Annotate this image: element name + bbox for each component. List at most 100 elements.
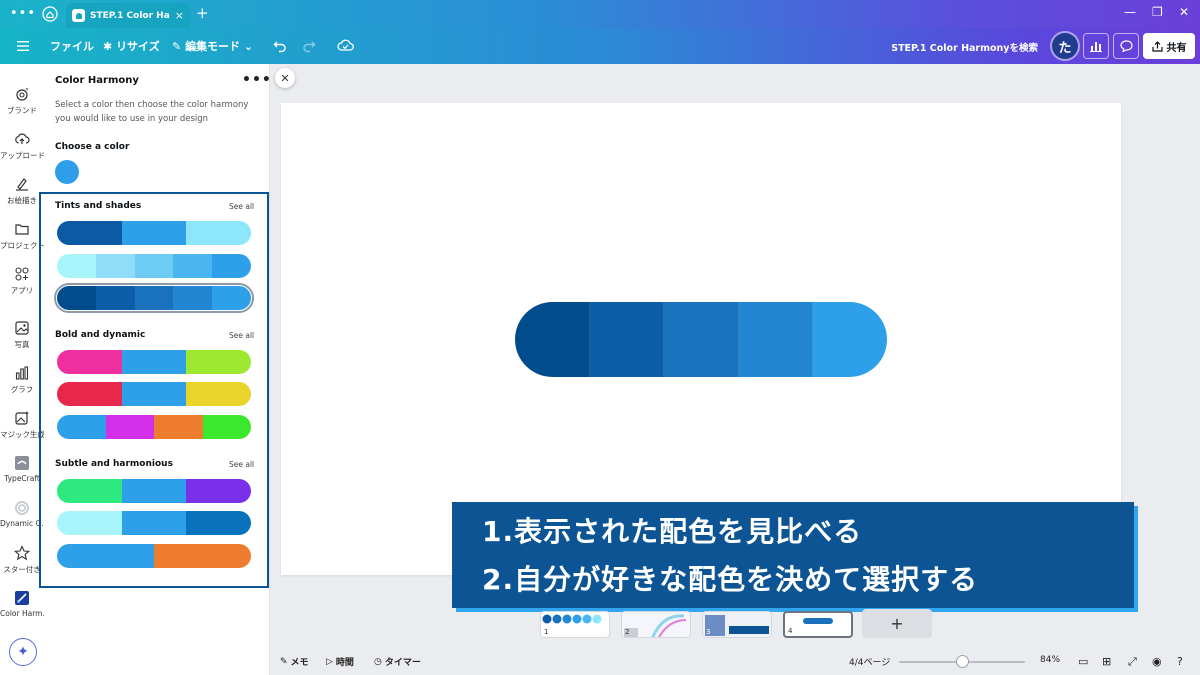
browser-menu-button[interactable]: •••	[10, 6, 36, 21]
rail-label: お絵描き	[7, 196, 37, 205]
stopwatch-icon: ◷	[374, 656, 382, 667]
left-navigation-rail: ブランド アップロード お絵描き プロジェクト アプリ 写真 グラフ マジック生…	[0, 64, 44, 675]
tab-title: STEP.1 Color Harm...	[90, 10, 170, 21]
tab-close-icon[interactable]: ×	[175, 9, 184, 22]
panel-more-button[interactable]: •••	[242, 72, 272, 88]
rail-item-starred[interactable]: スター付き	[0, 545, 44, 575]
instruction-step-2: 2.自分が好きな配色を決めて選択する	[482, 563, 979, 596]
photo-icon	[15, 321, 29, 335]
rail-item-apps[interactable]: アプリ	[0, 266, 44, 296]
rail-label: スター付き	[3, 565, 41, 574]
close-panel-button[interactable]: ✕	[275, 68, 295, 88]
thumbnail-preview	[803, 618, 833, 624]
edit-mode-dropdown[interactable]: ✎ 編集モード ⌄	[172, 38, 253, 54]
rail-label: Color Harm...	[0, 609, 44, 618]
page-thumbnail-2[interactable]: 2	[621, 611, 691, 638]
notes-icon: ✎	[280, 656, 288, 667]
draw-icon	[16, 178, 28, 191]
window-close-icon[interactable]: ✕	[1179, 5, 1189, 19]
color-harmony-icon	[15, 591, 29, 605]
typecraft-icon	[15, 456, 29, 470]
chart-icon	[15, 366, 29, 380]
rail-item-photos[interactable]: 写真	[0, 320, 44, 350]
rail-item-typecraft[interactable]: TypeCraft	[0, 455, 44, 483]
play-icon: ▷	[326, 656, 333, 667]
crown-icon	[16, 87, 29, 101]
browser-tab-active[interactable]: STEP.1 Color Harm... ×	[66, 3, 190, 28]
user-avatar[interactable]: た	[1052, 33, 1078, 59]
canvas-color-palette-element[interactable]	[515, 302, 887, 377]
cloud-saved-icon[interactable]	[337, 38, 354, 53]
window-restore-icon[interactable]: ❐	[1152, 5, 1163, 19]
dynamic-qr-icon	[15, 501, 29, 515]
rail-item-draw[interactable]: お絵描き	[0, 176, 44, 206]
choose-color-label: Choose a color	[55, 142, 130, 152]
page-thumbnail-3[interactable]: 3	[702, 611, 772, 638]
canvas-palette-swatch	[664, 302, 739, 377]
hamburger-menu-icon[interactable]	[17, 40, 29, 52]
add-page-button[interactable]: +	[862, 609, 932, 638]
window-minimize-icon[interactable]: —	[1124, 5, 1136, 19]
rail-label: アップロード	[0, 151, 44, 160]
rail-item-dynamic-qr[interactable]: Dynamic Q...	[0, 500, 44, 528]
instruction-step-1: 1.表示された配色を見比べる	[482, 515, 863, 548]
rail-item-charts[interactable]: グラフ	[0, 365, 44, 395]
thumbnail-number: 4	[788, 627, 793, 635]
edit-mode-label: 編集モード	[185, 40, 241, 53]
canva-logo-icon	[72, 9, 85, 22]
undo-icon[interactable]	[273, 39, 287, 53]
rail-label: TypeCraft	[4, 474, 40, 483]
rail-label: Dynamic Q...	[0, 519, 44, 528]
panel-title: Color Harmony	[55, 75, 139, 86]
rail-item-uploads[interactable]: アップロード	[0, 131, 44, 161]
rail-item-magic-media[interactable]: マジック生成	[0, 410, 44, 440]
check-status-icon[interactable]: ◉	[1152, 655, 1162, 668]
rail-label: 写真	[14, 340, 30, 349]
help-icon[interactable]: ?	[1177, 655, 1183, 668]
grid-view-icon[interactable]: ⊞	[1102, 655, 1111, 668]
star-icon	[14, 545, 30, 561]
rail-label: ブランド	[7, 106, 37, 115]
thumbnail-preview	[703, 612, 771, 637]
thumbnail-number: 2	[625, 628, 630, 636]
canvas-palette-swatch	[589, 302, 665, 377]
magic-image-icon	[15, 411, 29, 425]
zoom-slider-handle[interactable]	[956, 655, 969, 668]
chosen-color-swatch[interactable]	[55, 160, 79, 184]
panel-description: Select a color then choose the color har…	[55, 100, 249, 124]
timer-label: タイマー	[384, 658, 421, 668]
home-icon[interactable]	[42, 6, 58, 22]
sparkle-icon: ✱	[103, 40, 113, 53]
magic-assistant-button[interactable]: ✦	[9, 638, 37, 666]
editor-footer: ✎ メモ ▷ 時間 ◷ タイマー 4/4ページ 84% ▭ ⊞ ⤢ ◉ ?	[270, 648, 1200, 675]
rail-item-color-harmony[interactable]: Color Harm...	[0, 590, 44, 618]
resize-button[interactable]: ✱ リサイズ	[103, 38, 160, 54]
editor-toolbar: ファイル ✱ リサイズ ✎ 編集モード ⌄ STEP.1 Color Harmo…	[0, 28, 1200, 64]
rail-label: マジック生成	[0, 430, 44, 439]
rail-item-brand[interactable]: ブランド	[0, 86, 44, 116]
duration-label: 時間	[335, 658, 354, 668]
notes-button[interactable]: ✎ メモ	[280, 655, 309, 669]
thumbnail-preview	[542, 614, 602, 624]
page-thumbnail-1[interactable]: 1	[540, 611, 610, 638]
rail-label: プロジェクト	[0, 241, 44, 250]
design-search-link[interactable]: STEP.1 Color Harmonyを検索	[891, 40, 1038, 54]
fullscreen-icon[interactable]: ⤢	[1128, 655, 1137, 669]
comments-button[interactable]	[1113, 33, 1139, 59]
page-view-icon[interactable]: ▭	[1078, 655, 1088, 668]
page-thumbnail-4[interactable]: 4	[783, 611, 853, 638]
timer-button[interactable]: ◷ タイマー	[374, 655, 421, 669]
redo-icon[interactable]	[302, 39, 316, 53]
share-button[interactable]: 共有	[1143, 33, 1195, 59]
palette-highlight-frame	[39, 192, 269, 588]
insights-button[interactable]	[1083, 33, 1109, 59]
zoom-level[interactable]: 84%	[1040, 655, 1060, 665]
upload-cloud-icon	[15, 133, 30, 144]
duration-button[interactable]: ▷ 時間	[326, 655, 354, 669]
file-menu-button[interactable]: ファイル	[50, 38, 94, 54]
rail-item-projects[interactable]: プロジェクト	[0, 221, 44, 251]
page-counter[interactable]: 4/4ページ	[849, 655, 890, 668]
pencil-icon: ✎	[172, 40, 182, 53]
chevron-down-icon: ⌄	[243, 40, 254, 53]
new-tab-button[interactable]: +	[196, 4, 209, 22]
